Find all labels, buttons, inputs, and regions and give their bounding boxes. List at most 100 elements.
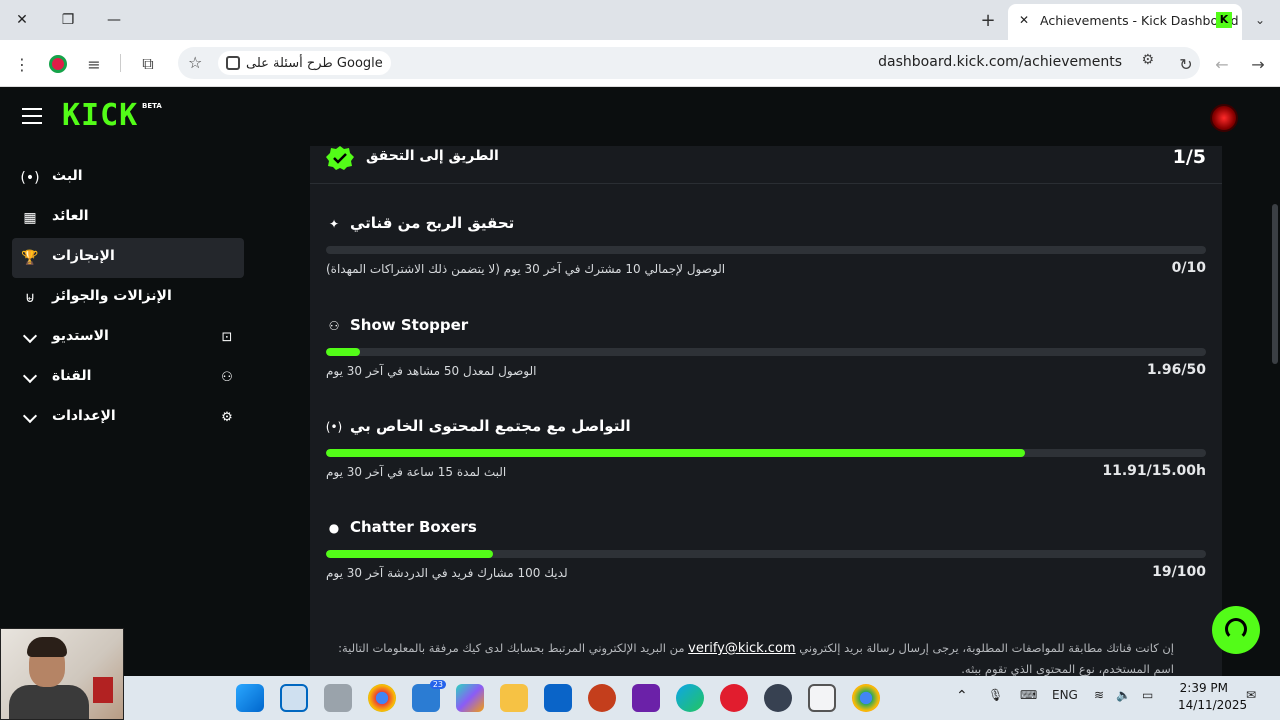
sidebar-item-stream[interactable]: (•) البث (12, 158, 244, 198)
tray-overflow-icon[interactable]: ⌃ (956, 688, 968, 704)
browser-menu-icon[interactable]: ⋮ (8, 50, 36, 78)
notifications-icon[interactable]: ✉ (1246, 688, 1256, 702)
headset-icon (1225, 618, 1247, 640)
verification-instructions: إن كانت قناتك مطابقة للمواصفات المطلوبة،… (326, 638, 1174, 679)
media-control-icon[interactable]: ≡ (80, 50, 108, 78)
google-chip-label: طرح أسئلة على Google (246, 55, 383, 71)
google-lens-chip[interactable]: طرح أسئلة على Google (218, 51, 391, 75)
address-bar[interactable]: ☆ طرح أسئلة على Google dashboard.kick.co… (178, 47, 1200, 79)
support-chat-button[interactable] (1212, 606, 1260, 654)
wifi-icon[interactable]: ≋ (1094, 688, 1104, 702)
drops-icon: ⊌ (24, 290, 36, 306)
scroll-thumb[interactable] (1272, 204, 1278, 364)
file-explorer-icon[interactable] (500, 684, 528, 712)
profile-icon[interactable] (44, 50, 72, 78)
achievement-item: ⚇ Show Stopper الوصول لمعدل 50 مشاهد في … (326, 316, 1206, 406)
progress-track (326, 449, 1206, 457)
avatar[interactable] (1210, 104, 1238, 132)
volume-icon[interactable]: 🔈 (1116, 688, 1131, 702)
channel-icon: ⚇ (221, 369, 233, 385)
achievement-title: Chatter Boxers (350, 518, 477, 536)
windows-taskbar: 23 ⌃ 🎙 ⌨ ENG ≋ 🔈 ▭ 2:39 PM 14/11/2025 ✉ (124, 676, 1280, 720)
achievement-item: ✦ تحقيق الربح من قناتي الوصول لإجمالي 10… (326, 214, 1206, 304)
sidebar-item-label: الاستديو (52, 328, 109, 344)
chevron-down-icon (20, 328, 40, 348)
chat-icon: ● (328, 521, 340, 535)
lens-icon (226, 56, 240, 70)
new-tab-button[interactable]: + (975, 8, 1001, 32)
notification-badge: 23 (429, 680, 446, 689)
clipchamp-icon[interactable] (632, 684, 660, 712)
chevron-down-icon (20, 368, 40, 388)
start-menu-icon[interactable] (236, 684, 264, 712)
verification-header: الطريق إلى التحقق 1/5 (310, 146, 1222, 184)
sidebar-item-drops[interactable]: ⊌ الإنزالات والجوائز (12, 278, 244, 318)
bookmark-star-icon[interactable]: ☆ (188, 53, 202, 72)
language-indicator[interactable]: ENG (1052, 688, 1078, 702)
sidebar-item-label: العائد (52, 208, 89, 224)
clock-time: 2:39 PM (1179, 681, 1228, 695)
progress-track (326, 550, 1206, 558)
chrome-profile-icon[interactable] (852, 684, 880, 712)
broadcast-icon: (•) (325, 420, 343, 434)
toolbar-divider (120, 54, 121, 72)
sidebar-item-label: الإنجازات (52, 248, 115, 264)
sidebar-item-label: الإعدادات (52, 408, 116, 424)
sidebar-item-revenue[interactable]: ▦ العائد (12, 198, 244, 238)
footer-prefix: إن كانت قناتك مطابقة للمواصفات المطلوبة،… (799, 641, 1174, 655)
sidebar-item-settings[interactable]: الإعدادات ⚙ (12, 398, 244, 438)
achievement-description: البث لمدة 15 ساعة في آخر 30 يوم (326, 465, 507, 479)
ea-icon[interactable] (720, 684, 748, 712)
clock-date: 14/11/2025 (1178, 698, 1248, 712)
site-settings-icon[interactable]: ⚙ (1141, 52, 1154, 68)
task-view-icon[interactable] (324, 684, 352, 712)
gear-icon: ⚙ (221, 409, 233, 425)
sidebar-item-studio[interactable]: الاستديو ⊡ (12, 318, 244, 358)
hamburger-menu-icon[interactable] (22, 108, 42, 124)
page-title: الطريق إلى التحقق (366, 148, 499, 164)
studio-icon: ⊡ (221, 329, 233, 345)
achievement-value: 0/10 (1171, 260, 1206, 276)
tab-close-icon[interactable]: ✕ (1014, 10, 1034, 30)
edge-icon[interactable] (676, 684, 704, 712)
sidebar-item-channel[interactable]: القناة ⚇ (12, 358, 244, 398)
kick-logo[interactable]: KICK (62, 98, 138, 133)
achievement-description: الوصول لإجمالي 10 مشترك في آخر 30 يوم (ل… (326, 262, 726, 276)
scrollbar[interactable] (1268, 146, 1280, 676)
window-close-icon[interactable]: ✕ (8, 8, 36, 32)
battery-icon[interactable]: ▭ (1142, 688, 1153, 702)
completion-count: 1/5 (1172, 146, 1206, 168)
back-icon[interactable]: → (1244, 50, 1272, 78)
url-text[interactable]: dashboard.kick.com/achievements (878, 54, 1122, 70)
verify-email-link[interactable]: verify@kick.com (688, 641, 795, 656)
trophy-icon: 🏆 (21, 250, 39, 266)
achievement-title: التواصل مع مجتمع المحتوى الخاص بي (350, 417, 631, 435)
beta-badge: BETA (142, 102, 162, 110)
chart-icon: ▦ (23, 210, 37, 226)
window-minimize-icon[interactable]: — (100, 8, 128, 32)
keyboard-icon[interactable]: ⌨ (1020, 688, 1037, 702)
system-clock[interactable]: 2:39 PM 14/11/2025 (1178, 680, 1248, 714)
achievement-description: الوصول لمعدل 50 مشاهد في آخر 30 يوم (326, 364, 537, 378)
chevron-down-icon (20, 408, 40, 428)
sidebar-item-achievements[interactable]: 🏆 الإنجازات (12, 238, 244, 278)
achievement-value: 11.91/15.00h (1102, 463, 1206, 479)
sidebar: (•) البث ▦ العائد 🏆 الإنجازات ⊌ الإنزالا… (0, 158, 256, 628)
obs-icon[interactable] (764, 684, 792, 712)
microphone-icon[interactable]: 🎙 (988, 688, 1003, 702)
progress-fill (326, 348, 361, 356)
search-icon[interactable] (280, 684, 308, 712)
extensions-icon[interactable]: ⧉ (134, 50, 162, 78)
store-icon[interactable] (808, 684, 836, 712)
powerpoint-icon[interactable] (588, 684, 616, 712)
reload-icon[interactable]: ↻ (1172, 50, 1200, 78)
outlook-icon[interactable] (544, 684, 572, 712)
copilot-icon[interactable] (456, 684, 484, 712)
chrome-icon[interactable] (368, 684, 396, 712)
sidebar-item-label: القناة (52, 368, 92, 384)
browser-tab-active[interactable]: ✕ Achievements - Kick Dashboard K (1008, 4, 1242, 40)
messages-icon[interactable]: 23 (412, 680, 446, 712)
forward-icon[interactable]: ← (1208, 50, 1236, 78)
tab-search-icon[interactable]: ⌄ (1248, 8, 1272, 32)
window-restore-icon[interactable]: ❐ (54, 8, 82, 32)
